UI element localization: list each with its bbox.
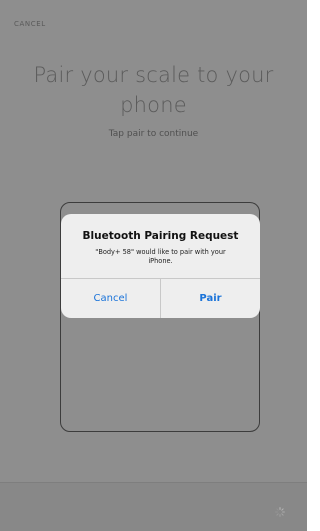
page-title-line-2: phone (120, 93, 187, 117)
alert-message-line-2: iPhone. (148, 257, 173, 265)
alert-cancel-button[interactable]: Cancel (61, 279, 160, 318)
page-subtitle: Tap pair to continue (108, 129, 199, 139)
alert-title: Bluetooth Pairing Request (82, 230, 239, 242)
page-title: Pair your scale to your phone (0, 60, 307, 120)
alert-message: "Body+ 58" would like to pair with your … (71, 248, 250, 266)
footer-bar (0, 482, 307, 531)
page-title-line-1: Pair your scale to your (33, 63, 274, 87)
pairing-screen: CANCEL Pair your scale to your phone Tap… (0, 0, 307, 531)
loading-spinner-icon (275, 507, 285, 517)
cancel-link[interactable]: CANCEL (14, 20, 46, 28)
alert-message-line-1: "Body+ 58" would like to pair with your (95, 248, 226, 256)
bluetooth-pairing-alert: Bluetooth Pairing Request "Body+ 58" wou… (61, 214, 260, 318)
alert-pair-button[interactable]: Pair (161, 279, 260, 318)
